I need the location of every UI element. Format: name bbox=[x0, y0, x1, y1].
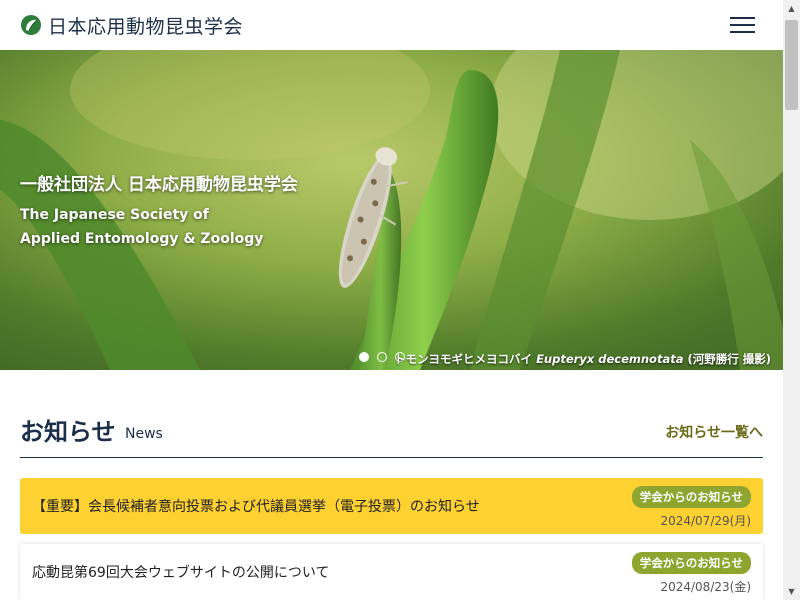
caption-species-jp: トモンヨモギヒメヨコバイ bbox=[394, 352, 533, 366]
hamburger-menu-icon[interactable] bbox=[730, 17, 755, 34]
hero-heading: 一般社団法人 日本応用動物昆虫学会 The Japanese Society o… bbox=[20, 170, 298, 251]
hero-slider: 一般社団法人 日本応用動物昆虫学会 The Japanese Society o… bbox=[0, 50, 783, 370]
news-item[interactable]: 応動昆第69回大会ウェブサイトの公開について 学会からのお知らせ 2024/08… bbox=[20, 544, 763, 600]
caption-credit: (河野勝行 撮影) bbox=[687, 352, 771, 366]
photo-caption: トモンヨモギヒメヨコバイ Eupteryx decemnotata (河野勝行 … bbox=[394, 351, 771, 367]
hero-title-jp: 一般社団法人 日本応用動物昆虫学会 bbox=[20, 175, 298, 195]
news-title: お知らせ bbox=[20, 418, 116, 446]
news-view-all-link[interactable]: お知らせ一覧へ bbox=[665, 422, 763, 442]
news-category-badge: 学会からのお知らせ bbox=[631, 552, 751, 574]
news-item-text: 応動昆第69回大会ウェブサイトの公開について bbox=[32, 565, 330, 581]
caption-scientific-name: Eupteryx decemnotata bbox=[536, 352, 684, 366]
site-title: 日本応用動物昆虫学会 bbox=[48, 15, 244, 38]
news-item-date: 2024/08/23(金) bbox=[660, 580, 751, 594]
site-header: 日本応用動物昆虫学会 bbox=[0, 0, 783, 50]
news-item-important[interactable]: 【重要】会長候補者意向投票および代議員選挙（電子投票）のお知らせ 学会からのお知… bbox=[20, 478, 763, 534]
scroll-up-arrow-icon[interactable]: ▲ bbox=[783, 0, 800, 17]
leaf-logo-icon bbox=[21, 15, 41, 35]
news-item-date: 2024/07/29(月) bbox=[660, 514, 751, 528]
news-item-text: 【重要】会長候補者意向投票および代議員選挙（電子投票）のお知らせ bbox=[32, 499, 480, 515]
hero-title-en-line1: The Japanese Society of bbox=[20, 207, 209, 223]
slider-dot-1[interactable] bbox=[359, 352, 369, 362]
news-category-badge: 学会からのお知らせ bbox=[631, 486, 751, 508]
page-scrollbar[interactable]: ▲ ▼ bbox=[783, 0, 800, 600]
slider-dot-2[interactable] bbox=[377, 352, 387, 362]
news-header: お知らせ News お知らせ一覧へ bbox=[20, 412, 763, 458]
news-section: お知らせ News お知らせ一覧へ 【重要】会長候補者意向投票および代議員選挙（… bbox=[0, 370, 783, 600]
scroll-down-arrow-icon[interactable]: ▼ bbox=[783, 583, 800, 600]
hero-title-en-line2: Applied Entomology & Zoology bbox=[20, 231, 264, 247]
news-subtitle: News bbox=[125, 426, 163, 442]
site-logo[interactable]: 日本応用動物昆虫学会 bbox=[20, 12, 243, 39]
scrollbar-thumb[interactable] bbox=[785, 20, 798, 110]
